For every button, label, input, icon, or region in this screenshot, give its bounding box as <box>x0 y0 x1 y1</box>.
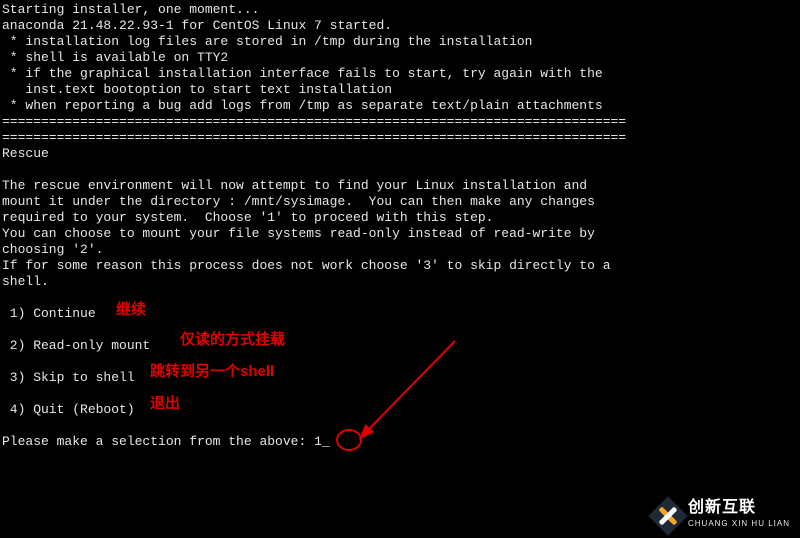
terminal-output: Starting installer, one moment... anacon… <box>0 0 800 452</box>
line: inst.text bootoption to start text insta… <box>2 82 392 97</box>
line: * if the graphical installation interfac… <box>2 66 603 81</box>
annotation-quit: 退出 <box>150 396 180 412</box>
line: If for some reason this process does not… <box>2 258 611 273</box>
separator: ========================================… <box>2 130 626 145</box>
line: Starting installer, one moment... <box>2 2 259 17</box>
line: anaconda 21.48.22.93-1 for CentOS Linux … <box>2 18 392 33</box>
prompt-line[interactable]: Please make a selection from the above: … <box>2 434 330 449</box>
section-title: Rescue <box>2 146 49 161</box>
line: mount it under the directory : /mnt/sysi… <box>2 194 595 209</box>
menu-option-2: 2) Read-only mount <box>2 338 150 353</box>
menu-option-4: 4) Quit (Reboot) <box>2 402 135 417</box>
line: shell. <box>2 274 49 289</box>
watermark: 创新互联 CHUANG XIN HU LIAN <box>654 500 790 532</box>
annotation-continue: 继续 <box>116 302 146 318</box>
line: * installation log files are stored in /… <box>2 34 533 49</box>
highlight-circle <box>336 429 362 451</box>
line: The rescue environment will now attempt … <box>2 178 587 193</box>
watermark-pinyin: CHUANG XIN HU LIAN <box>688 516 790 532</box>
cursor: _ <box>322 434 330 450</box>
annotation-readonly: 仅读的方式挂载 <box>180 332 285 348</box>
watermark-cn: 创新互联 <box>688 500 790 516</box>
prompt-label: Please make a selection from the above: <box>2 434 314 449</box>
annotation-skip: 跳转到另一个shell <box>150 364 274 380</box>
separator: ========================================… <box>2 114 626 129</box>
line: required to your system. Choose '1' to p… <box>2 210 493 225</box>
user-input[interactable]: 1 <box>314 434 322 449</box>
menu-option-1: 1) Continue <box>2 306 96 321</box>
line: You can choose to mount your file system… <box>2 226 595 241</box>
watermark-logo-icon <box>654 502 682 530</box>
watermark-text: 创新互联 CHUANG XIN HU LIAN <box>688 500 790 532</box>
line: * when reporting a bug add logs from /tm… <box>2 98 603 113</box>
line: * shell is available on TTY2 <box>2 50 228 65</box>
line: choosing '2'. <box>2 242 103 257</box>
menu-option-3: 3) Skip to shell <box>2 370 135 385</box>
